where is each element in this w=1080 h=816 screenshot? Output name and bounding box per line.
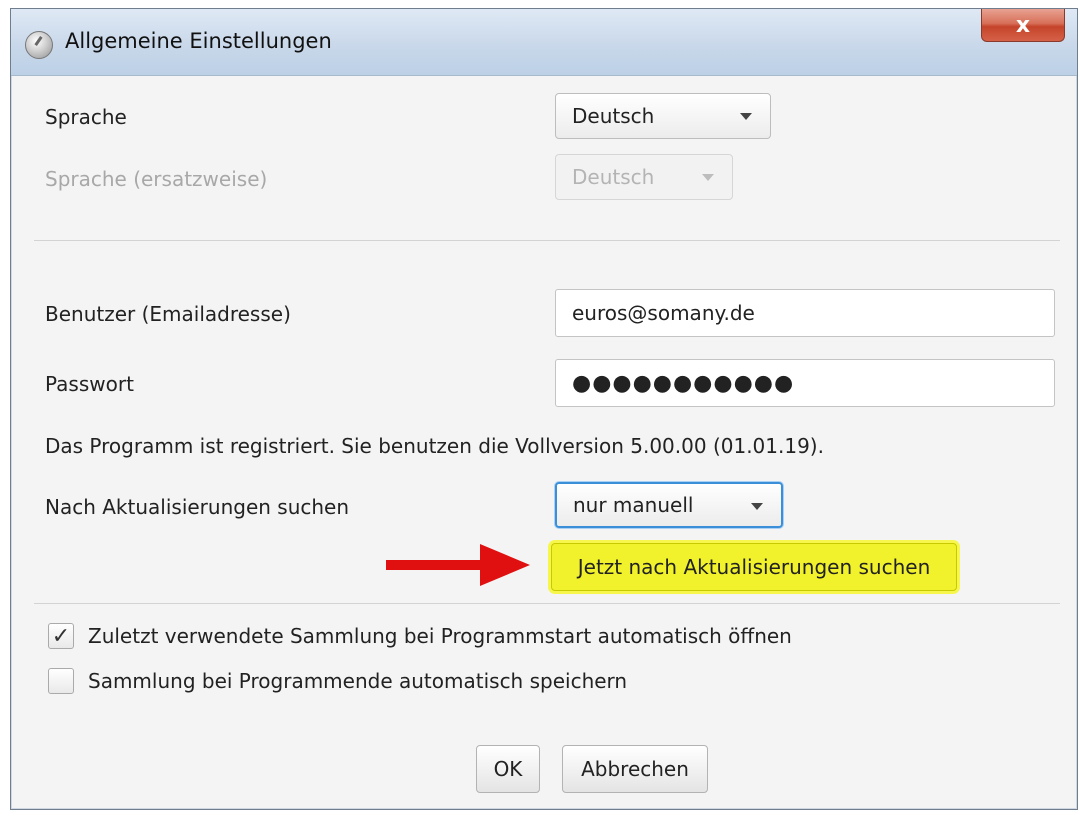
update-check-label: Nach Aktualisierungen suchen [45, 495, 350, 519]
auto-open-checkbox[interactable]: ✓ [48, 623, 74, 649]
auto-save-checkbox[interactable] [48, 668, 74, 694]
separator [34, 240, 1060, 241]
window-title: Allgemeine Einstellungen [65, 29, 332, 53]
user-label: Benutzer (Emailadresse) [45, 302, 291, 326]
language-label: Sprache [45, 105, 127, 129]
language-select[interactable]: Deutsch [555, 93, 771, 139]
separator [34, 603, 1060, 604]
checkmark-icon: ✓ [51, 623, 71, 649]
fallback-language-select-value: Deutsch [572, 165, 655, 189]
registration-status: Das Programm ist registriert. Sie benutz… [45, 434, 824, 458]
language-select-value: Deutsch [572, 104, 655, 128]
check-updates-button[interactable]: Jetzt nach Aktualisierungen suchen [551, 543, 957, 591]
cancel-button[interactable]: Abbrechen [562, 745, 708, 793]
email-field[interactable]: euros@somany.de [555, 289, 1055, 337]
auto-save-label: Sammlung bei Programmende automatisch sp… [88, 669, 628, 693]
password-label: Passwort [45, 372, 134, 396]
ok-button[interactable]: OK [476, 745, 540, 793]
fallback-language-select[interactable]: Deutsch [555, 154, 733, 200]
update-frequency-value: nur manuell [573, 493, 694, 517]
chevron-down-icon [751, 503, 763, 510]
chevron-down-icon [702, 174, 714, 181]
close-icon: x [1015, 12, 1031, 38]
chevron-down-icon [740, 113, 752, 120]
app-icon [25, 31, 53, 59]
password-field-value: ●●●●●●●●●●● [572, 370, 795, 396]
update-frequency-select[interactable]: nur manuell [555, 482, 783, 528]
title-bar: Allgemeine Einstellungen x [11, 9, 1077, 76]
close-button[interactable]: x [981, 9, 1065, 42]
red-arrow-icon [386, 544, 530, 586]
password-field[interactable]: ●●●●●●●●●●● [555, 359, 1055, 407]
email-field-value: euros@somany.de [572, 301, 755, 325]
auto-open-label: Zuletzt verwendete Sammlung bei Programm… [88, 624, 792, 648]
fallback-language-label: Sprache (ersatzweise) [45, 167, 268, 191]
